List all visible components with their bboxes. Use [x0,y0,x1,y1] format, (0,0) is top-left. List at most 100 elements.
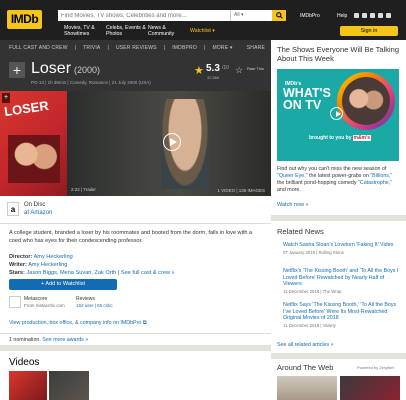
search-input[interactable] [58,10,230,21]
writer-label: Writer: [9,262,27,268]
powered-by[interactable]: Powered by ZergNet [357,365,394,370]
imdbpro-link[interactable]: IMDbPro [300,13,320,19]
search-icon [275,12,283,19]
around-web-heading: Around The Web [277,363,334,372]
menu-movies[interactable]: Movies, TV & Showtimes [64,25,106,37]
poster-add-icon[interactable]: + [2,93,10,103]
reviews-links[interactable]: 162 user | 65 critic [76,303,113,308]
help-link[interactable]: Help [337,13,347,19]
subnav-sep: | [203,45,206,51]
subnav-cast[interactable]: FULL CAST AND CREW [9,45,68,51]
poster-image[interactable]: LOSER + [0,91,67,196]
on-disc-label: On Disc [24,202,46,208]
menu-watchlist[interactable]: Watchlist ▾ [190,25,215,37]
director-link[interactable]: Amy Heckerling [34,254,73,260]
news-item: Netflix's 'The Kissing Booth' and 'To Al… [283,268,401,294]
promo-text: and more. [277,187,301,193]
signin-button[interactable]: Sign in [340,26,398,36]
see-all-related-link[interactable]: See all related articles » [277,342,334,348]
title-name: Loser [31,60,72,77]
play-icon[interactable] [163,133,181,151]
see-more-awards-link[interactable]: See more awards » [42,337,88,343]
rail-divider [271,353,406,359]
share-button[interactable]: SHARE [247,45,265,51]
subnav-trivia[interactable]: TRIVIA [83,45,100,51]
around-web-thumbnail[interactable] [340,376,400,400]
on-disc-section: a On Disc at Amazon [0,196,271,224]
subnav-imdbpro[interactable]: IMDbPro [172,45,197,51]
poster-title: LOSER [3,97,50,120]
video-thumbnail[interactable] [9,371,47,400]
media-strip: LOSER + 2:22 | Trailer 1 VIDEO | 136 IMA… [0,91,271,196]
subnav-reviews[interactable]: USER REVIEWS [116,45,157,51]
main-menu: Movies, TV & Showtimes Celebs, Events & … [64,25,215,37]
promo-text: Find out why you can't miss the new seas… [277,166,387,172]
instagram-icon[interactable] [362,13,367,18]
search-category-select[interactable]: All ▾ [230,10,272,21]
title-bar: + Loser (2000) PG-13 | 1h 38min | Comedy,… [0,56,271,91]
queer-eye-link[interactable]: "Queer Eye," [277,173,308,179]
videos-section: Videos [0,345,271,400]
rate-this-label[interactable]: Rate This [247,66,264,71]
subnav-sep: | [107,45,109,51]
news-item: Netflix Says 'The Kissing Booth,' 'To Al… [283,302,401,328]
rating-value: 5.3 [206,63,220,74]
search-button[interactable] [272,10,286,21]
subnav-sep: | [163,45,166,51]
rating-count[interactable]: 32,568 [207,75,219,80]
title-year[interactable]: (2000) [74,65,100,75]
search-category-label: All [234,12,240,18]
video-meta: 2:22 | Trailer [71,187,96,192]
title-info: A college student, branded a loser by hi… [0,224,271,333]
twitch-icon[interactable] [370,13,375,18]
twitter-icon[interactable] [378,13,383,18]
watch-now-link[interactable]: Watch now » [277,202,309,208]
around-web-thumbnail[interactable] [277,376,337,400]
subnav-more-label: MORE [212,45,229,51]
metascore-box [9,296,21,308]
promo-text: the brilliant pond-hopping comedy [277,180,358,186]
sponsor-logo: m&m's [352,135,371,141]
rate-star-icon[interactable]: ☆ [235,65,243,76]
news-headline[interactable]: Netflix Says 'The Kissing Booth,' 'To Al… [283,302,401,322]
director-label: Director: [9,254,33,260]
title-subnav: FULL CAST AND CREW | TRIVIA | USER REVIE… [0,40,271,56]
director-credit: Director: Amy Heckerling [9,254,73,260]
reviews-label: Reviews [76,296,95,302]
amazon-icon[interactable]: a [7,202,19,216]
poster-art [8,135,60,183]
see-full-cast-link[interactable]: See full cast & crew » [121,270,175,276]
menu-celebs[interactable]: Celebs, Events & Photos [106,25,148,37]
facebook-icon[interactable] [354,13,359,18]
media-counts[interactable]: 1 VIDEO | 136 IMAGES [217,188,265,193]
trailer-video[interactable]: 2:22 | Trailer [67,91,271,196]
add-to-watchlist-button[interactable]: + Add to Watchlist [9,279,117,290]
metascore-label[interactable]: Metascore [24,296,47,302]
subnav-sep: | [74,45,77,51]
stars-links[interactable]: Jason Biggs, Mena Suvari, Zak Orth [26,270,116,276]
social-links [354,13,391,18]
promo-portrait [337,72,395,130]
plot-summary: A college student, branded a loser by hi… [9,230,253,244]
watchlist-label: Watchlist [190,28,211,34]
billions-link[interactable]: "Billions," [370,173,392,179]
related-news-heading: Related News [277,227,324,236]
amazon-link[interactable]: at Amazon [24,210,52,216]
menu-news[interactable]: News & Community [148,25,190,37]
whats-on-tv-promo[interactable]: IMDb's WHAT'S ON TV brought to you by m&m… [277,69,399,161]
news-headline[interactable]: Watch Sasha Sloan's Lovelorn 'Faking It'… [283,242,401,249]
imdb-logo[interactable]: IMDb [7,10,42,29]
news-headline[interactable]: Netflix's 'The Kissing Booth' and 'To Al… [283,268,401,288]
page-title: Loser (2000) [31,60,100,78]
news-meta: 11 December 2018 | The Wrap [283,288,342,294]
imdbpro-info-link[interactable]: View production, box office, & company i… [9,320,147,327]
writer-link[interactable]: Amy Heckerling [28,262,67,268]
promo-heading: The Shows Everyone Will Be Talking About… [277,45,399,63]
promo-play-icon[interactable] [330,107,343,120]
youtube-icon[interactable] [386,13,391,18]
catastrophe-link[interactable]: "Catastrophe," [358,180,392,186]
subnav-more[interactable]: MORE ▾ [212,45,232,51]
add-watchlist-ribbon[interactable]: + [9,62,25,78]
awards-strip: 1 nomination. See more awards » [0,333,271,345]
video-thumbnail[interactable] [49,371,89,400]
